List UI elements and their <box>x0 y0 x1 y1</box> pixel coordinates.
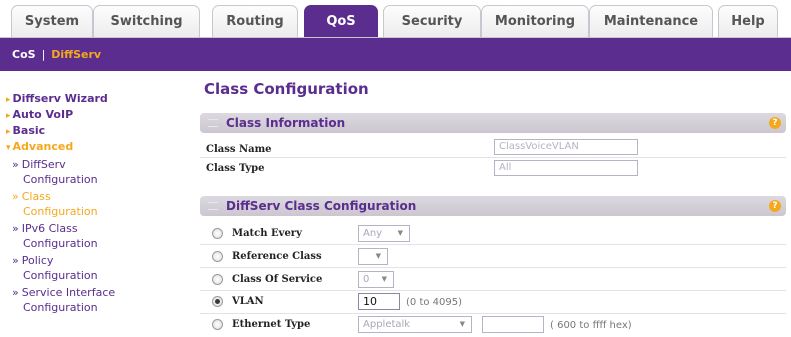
nav-sub-label: Policy <box>21 254 54 267</box>
tab-help[interactable]: Help <box>718 5 778 38</box>
chevron-down-icon: ▼ <box>381 275 387 283</box>
double-chevron-icon: » <box>12 286 19 299</box>
row-divider <box>200 157 786 158</box>
class-type-field: All <box>494 160 638 176</box>
subnav-cos-link[interactable]: CoS <box>12 48 36 61</box>
nav-sub-label: IPv6 Class <box>21 222 78 235</box>
diffserv-class-configuration-header: DiffServ Class Configuration ? <box>200 196 786 216</box>
nav-sub-diffserv-configuration[interactable]: » DiffServ Configuration <box>12 157 98 187</box>
vlan-label: VLAN <box>232 296 264 307</box>
reference-class-radio[interactable] <box>212 251 223 262</box>
nav-sub-label-line2: Configuration <box>23 237 98 250</box>
tab-security[interactable]: Security <box>383 5 481 38</box>
class-type-label: Class Type <box>206 163 265 174</box>
class-name-field: ClassVoiceVLAN <box>494 139 638 155</box>
row-divider <box>200 267 786 268</box>
help-icon[interactable]: ? <box>769 200 781 212</box>
section-handle-icon <box>208 202 218 210</box>
tab-switching[interactable]: Switching <box>93 5 200 38</box>
nav-sub-policy-configuration[interactable]: » Policy Configuration <box>12 253 98 283</box>
tab-maintenance[interactable]: Maintenance <box>589 5 713 38</box>
ethernet-type-radio[interactable] <box>212 319 223 330</box>
tab-monitoring[interactable]: Monitoring <box>481 5 589 38</box>
ethernet-type-hex-input[interactable] <box>482 316 544 333</box>
nav-sub-label: DiffServ <box>21 158 66 171</box>
ethernet-type-range-hint: ( 600 to ffff hex) <box>550 320 632 331</box>
tab-routing[interactable]: Routing <box>212 5 298 38</box>
nav-item-label: Auto VoIP <box>12 108 74 121</box>
subnav-diffserv-link[interactable]: DiffServ <box>51 48 101 61</box>
nav-item-label: Advanced <box>12 140 74 153</box>
nav-bullet-icon: ▸ <box>6 127 11 137</box>
nav-item-label: Basic <box>12 124 46 137</box>
section-title: Class Information <box>226 116 346 130</box>
vlan-radio[interactable] <box>212 296 223 307</box>
ethernet-type-label: Ethernet Type <box>232 319 311 330</box>
nav-sub-ipv6-class-configuration[interactable]: » IPv6 Class Configuration <box>12 221 98 251</box>
section-title: DiffServ Class Configuration <box>226 199 417 213</box>
nav-sub-service-interface-configuration[interactable]: » Service Interface Configuration <box>12 285 115 315</box>
nav-sub-label-line2: Configuration <box>23 173 98 186</box>
class-of-service-label: Class Of Service <box>232 274 323 285</box>
select-value: Any <box>363 228 383 239</box>
reference-class-select[interactable]: ▼ <box>358 248 388 265</box>
section-handle-icon <box>208 119 218 127</box>
sub-navigation-bar: CoS | DiffServ <box>0 38 791 71</box>
tab-system[interactable]: System <box>11 5 93 38</box>
nav-sub-class-configuration[interactable]: » Class Configuration <box>12 189 98 219</box>
nav-expanded-icon: ▾ <box>6 143 11 153</box>
vlan-input[interactable]: 10 <box>358 293 400 310</box>
ethernet-type-select[interactable]: Appletalk ▼ <box>358 316 472 333</box>
chevron-down-icon: ▼ <box>459 320 465 328</box>
main-content: Class Configuration Class Information ? … <box>192 71 791 337</box>
double-chevron-icon: » <box>12 254 19 267</box>
select-value: Appletalk <box>363 319 411 330</box>
match-every-radio[interactable] <box>212 228 223 239</box>
chevron-down-icon: ▼ <box>397 229 403 237</box>
double-chevron-icon: » <box>12 190 19 203</box>
double-chevron-icon: » <box>12 222 19 235</box>
row-divider <box>200 290 786 291</box>
nav-sub-label: Service Interface <box>21 286 116 299</box>
nav-sub-label-line2: Configuration <box>23 269 98 282</box>
nav-auto-voip[interactable]: ▸ Auto VoIP <box>6 108 73 121</box>
nav-sub-label-line2: Configuration <box>23 205 98 218</box>
nav-basic[interactable]: ▸ Basic <box>6 124 45 137</box>
help-icon[interactable]: ? <box>769 117 781 129</box>
nav-item-label: Diffserv Wizard <box>12 92 108 105</box>
tab-qos[interactable]: QoS <box>304 5 378 38</box>
row-divider <box>200 313 786 314</box>
row-divider <box>200 244 786 245</box>
match-every-label: Match Every <box>232 228 302 239</box>
nav-diffserv-wizard[interactable]: ▸ Diffserv Wizard <box>6 92 108 105</box>
page-title: Class Configuration <box>204 80 369 98</box>
chevron-down-icon: ▼ <box>375 252 381 260</box>
class-of-service-radio[interactable] <box>212 274 223 285</box>
match-every-select[interactable]: Any ▼ <box>358 225 410 242</box>
nav-sub-label-line2: Configuration <box>23 301 98 314</box>
vlan-range-hint: (0 to 4095) <box>406 297 463 308</box>
class-name-label: Class Name <box>206 144 272 155</box>
nav-sub-label: Class <box>21 190 51 203</box>
select-value: 0 <box>363 274 370 285</box>
double-chevron-icon: » <box>12 158 19 171</box>
left-navigation: ▸ Diffserv Wizard ▸ Auto VoIP ▸ Basic ▾ Adva… <box>0 71 192 337</box>
nav-bullet-icon: ▸ <box>6 95 11 105</box>
nav-bullet-icon: ▸ <box>6 111 11 121</box>
class-information-header: Class Information ? <box>200 113 786 133</box>
reference-class-label: Reference Class <box>232 251 322 262</box>
class-of-service-select[interactable]: 0 ▼ <box>358 271 394 288</box>
nav-advanced[interactable]: ▾ Advanced <box>6 140 73 153</box>
subnav-separator: | <box>41 48 46 61</box>
top-tab-bar: System Switching Routing QoS Security Mo… <box>0 0 791 38</box>
